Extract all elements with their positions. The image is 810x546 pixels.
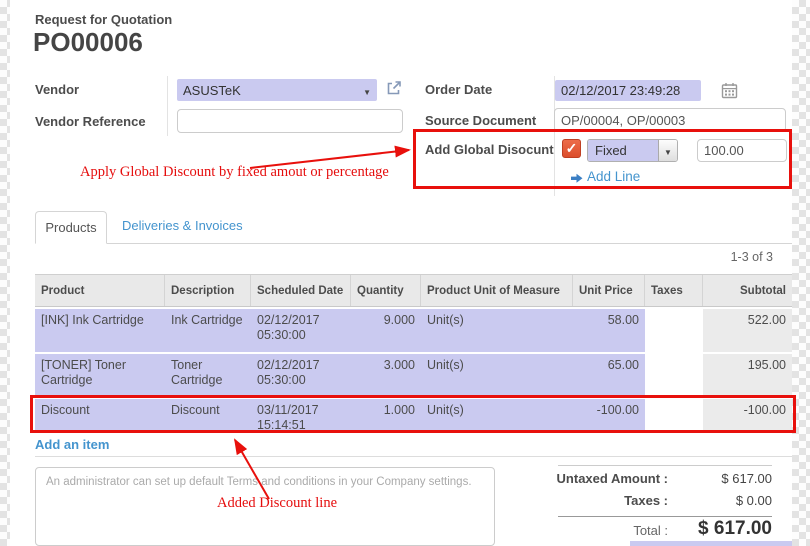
order-date-label: Order Date [425,82,492,97]
chevron-down-icon [664,142,672,160]
cell-scheduled-date[interactable]: 03/11/2017 15:14:51 [251,399,351,433]
column-header-taxes[interactable]: Taxes [645,275,703,306]
column-header-uom[interactable]: Product Unit of Measure [421,275,573,306]
window-edge-left [0,0,10,546]
date-part: 03/11/2017 [257,403,345,418]
cell-subtotal[interactable]: 195.00 [703,354,792,397]
source-document-label: Source Document [425,113,536,128]
cell-description[interactable]: Ink Cartridge [165,309,251,352]
totals-top-line [558,465,772,466]
column-header-scheduled-date[interactable]: Scheduled Date [251,275,351,306]
tab-bar-line [35,243,792,244]
discount-amount-input[interactable] [697,139,787,162]
cell-quantity[interactable]: 9.000 [351,309,421,352]
global-discount-label: Add Global Disocunt [425,142,554,157]
add-line-link[interactable]: Add Line [587,169,640,184]
cell-taxes[interactable] [645,309,703,352]
taxes-label: Taxes : [518,493,668,508]
calendar-icon[interactable] [721,82,738,104]
cell-taxes[interactable] [645,354,703,397]
source-document-input[interactable] [554,108,786,132]
vendor-reference-input[interactable] [177,109,403,133]
page-title: PO00006 [33,27,143,58]
global-discount-checkbox[interactable] [562,139,581,158]
table-header-row: Product Description Scheduled Date Quant… [35,274,792,307]
time-part: 05:30:00 [257,373,345,388]
column-header-quantity[interactable]: Quantity [351,275,421,306]
cell-scheduled-date[interactable]: 02/12/2017 05:30:00 [251,309,351,352]
cell-scheduled-date[interactable]: 02/12/2017 05:30:00 [251,354,351,397]
cell-subtotal[interactable]: -100.00 [703,399,792,433]
date-part: 02/12/2017 [257,358,345,373]
cell-description[interactable]: Discount [165,399,251,433]
untaxed-amount-value: $ 617.00 [652,471,772,486]
discount-type-value: Fixed [588,140,658,161]
untaxed-amount-label: Untaxed Amount : [518,471,668,486]
cell-product[interactable]: Discount [35,399,165,433]
cell-description[interactable]: Toner Cartridge [165,354,251,397]
tab-products[interactable]: Products [35,211,107,244]
chevron-down-icon[interactable] [363,83,371,98]
vendor-reference-label: Vendor Reference [35,114,146,129]
cell-product[interactable]: [TONER] Toner Cartridge [35,354,165,397]
cell-unit-price[interactable]: 58.00 [573,309,645,352]
annotation-note-bottom: Added Discount line [217,495,337,512]
order-date-field[interactable]: 02/12/2017 23:49:28 [555,80,701,101]
form-group-divider-left [167,76,168,136]
table-row: [INK] Ink Cartridge Ink Cartridge 02/12/… [35,309,792,352]
cell-uom[interactable]: Unit(s) [421,309,573,352]
document-type-label: Request for Quotation [35,12,172,27]
date-part: 02/12/2017 [257,313,345,328]
cell-quantity[interactable]: 3.000 [351,354,421,397]
pager[interactable]: 1-3 of 3 [640,250,773,264]
taxes-value: $ 0.00 [652,493,772,508]
column-header-subtotal[interactable]: Subtotal [703,275,792,306]
external-link-icon[interactable] [385,79,403,102]
vendor-select[interactable]: ASUSTeK [177,79,377,101]
order-date-value: 02/12/2017 23:49:28 [561,83,680,98]
window-edge-right [792,0,810,546]
cell-subtotal[interactable]: 522.00 [703,309,792,352]
table-row: [TONER] Toner Cartridge Toner Cartridge … [35,354,792,397]
add-line-arrow-icon[interactable] [571,171,583,189]
select-dropdown-button[interactable] [658,140,677,161]
tab-deliveries-invoices[interactable]: Deliveries & Invoices [122,218,243,233]
cell-unit-price[interactable]: -100.00 [573,399,645,433]
section-divider-line [35,456,792,457]
total-value: $ 617.00 [612,518,772,540]
column-header-description[interactable]: Description [165,275,251,306]
total-highlight-strip [630,541,792,546]
cell-uom[interactable]: Unit(s) [421,354,573,397]
cell-taxes[interactable] [645,399,703,433]
column-header-product[interactable]: Product [35,275,165,306]
cell-unit-price[interactable]: 65.00 [573,354,645,397]
time-part: 15:14:51 [257,418,345,433]
cell-quantity[interactable]: 1.000 [351,399,421,433]
totals-divider-line [558,516,772,517]
annotation-note-top: Apply Global Discount by fixed amout or … [80,164,389,181]
discount-type-select[interactable]: Fixed [587,139,678,162]
vendor-value: ASUSTeK [183,83,363,98]
time-part: 05:30:00 [257,328,345,343]
add-an-item-link[interactable]: Add an item [35,437,109,452]
cell-uom[interactable]: Unit(s) [421,399,573,433]
cell-product[interactable]: [INK] Ink Cartridge [35,309,165,352]
rfq-form-page: Request for Quotation PO00006 Vendor ASU… [0,0,810,546]
vendor-label: Vendor [35,82,79,97]
table-row-discount: Discount Discount 03/11/2017 15:14:51 1.… [35,399,792,433]
column-header-unit-price[interactable]: Unit Price [573,275,645,306]
